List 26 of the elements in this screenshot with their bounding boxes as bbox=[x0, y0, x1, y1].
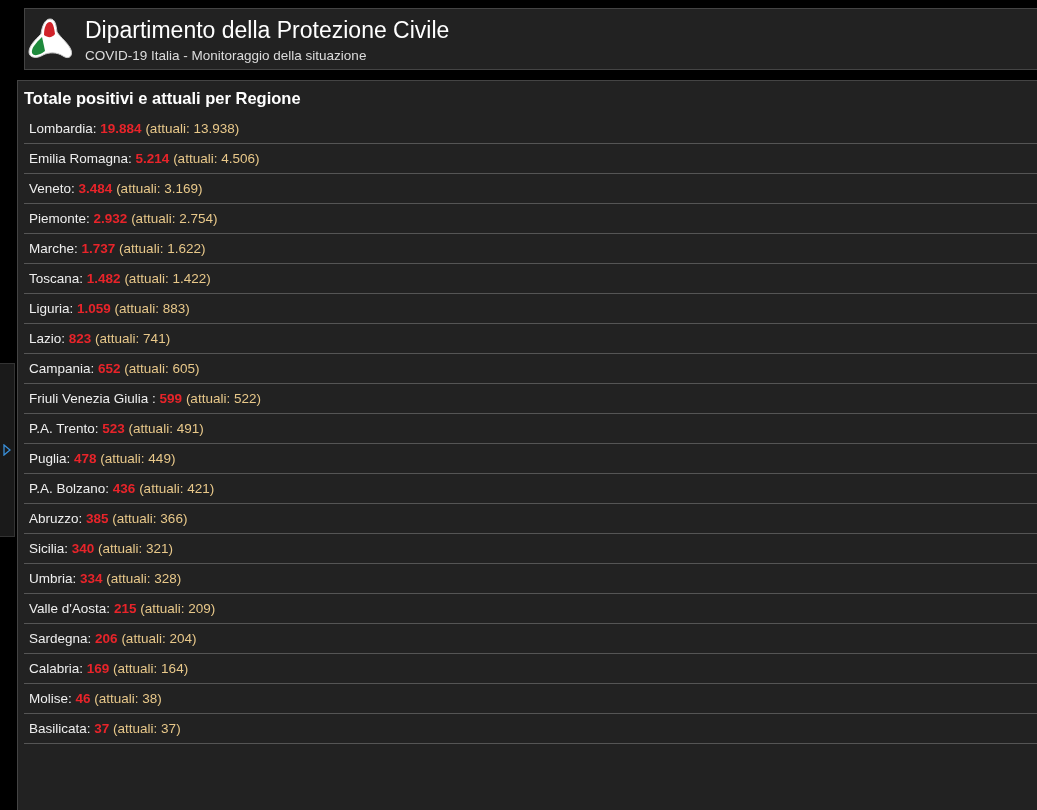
app-subtitle: COVID-19 Italia - Monitoraggio della situazione bbox=[85, 47, 368, 63]
region-stat: Sicilia: 340 (attuali: 321) bbox=[29, 541, 174, 556]
panel-title: Totale positivi e attuali per Regione bbox=[24, 88, 302, 109]
region-stat: Umbria: 334 (attuali: 328) bbox=[29, 571, 182, 586]
region-stat: Molise: 46 (attuali: 38) bbox=[29, 691, 162, 706]
expand-icon bbox=[3, 444, 11, 456]
region-stat: Campania: 652 (attuali: 605) bbox=[29, 361, 200, 376]
region-stat: Friuli Venezia Giulia : 599 (attuali: 522) bbox=[29, 391, 261, 406]
region-stat: Sardegna: 206 (attuali: 204) bbox=[29, 631, 197, 646]
region-stat: Calabria: 169 (attuali: 164) bbox=[29, 661, 189, 676]
region-stat: Toscana: 1.482 (attuali: 1.422) bbox=[29, 271, 211, 286]
side-panel-toggle[interactable] bbox=[0, 363, 15, 537]
app-title: Dipartimento della Protezione Civile bbox=[85, 15, 450, 44]
region-stat: Basilicata: 37 (attuali: 37) bbox=[29, 721, 181, 736]
region-stat: Emilia Romagna: 5.214 (attuali: 4.506) bbox=[29, 151, 260, 166]
region-stat: Veneto: 3.484 (attuali: 3.169) bbox=[29, 181, 203, 196]
region-stat: P.A. Trento: 523 (attuali: 491) bbox=[29, 421, 204, 436]
region-stat: Puglia: 478 (attuali: 449) bbox=[29, 451, 176, 466]
region-stat: P.A. Bolzano: 436 (attuali: 421) bbox=[29, 481, 215, 496]
region-stat: Lazio: 823 (attuali: 741) bbox=[29, 331, 171, 346]
region-stat: Lombardia: 19.884 (attuali: 13.938) bbox=[29, 121, 240, 136]
region-stat: Marche: 1.737 (attuali: 1.622) bbox=[29, 241, 206, 256]
region-stat: Liguria: 1.059 (attuali: 883) bbox=[29, 301, 190, 316]
region-stat: Piemonte: 2.932 (attuali: 2.754) bbox=[29, 211, 218, 226]
region-stat: Valle d'Aosta: 215 (attuali: 209) bbox=[29, 601, 216, 616]
region-stat: Abruzzo: 385 (attuali: 366) bbox=[29, 511, 188, 526]
